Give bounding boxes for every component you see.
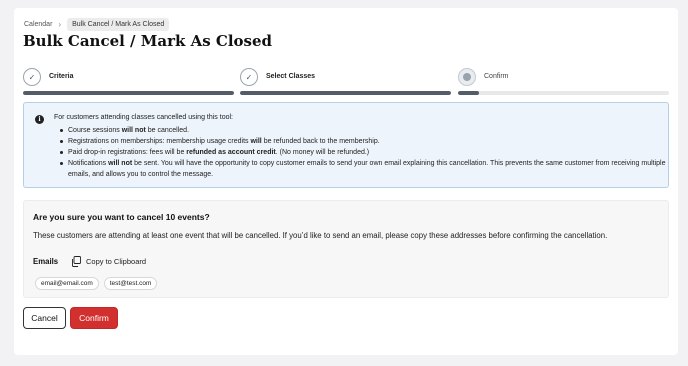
info-list: Course sessions will not be cancelled. R…	[60, 125, 668, 180]
confirm-button[interactable]: Confirm	[70, 307, 118, 329]
info-intro: For customers attending classes cancelle…	[54, 114, 233, 121]
info-icon: i	[35, 115, 44, 124]
email-chip: test@test.com	[103, 277, 158, 290]
breadcrumb-calendar-link[interactable]: Calendar	[24, 21, 52, 28]
email-chip: email@email.com	[35, 277, 99, 290]
info-item: Registrations on memberships: membership…	[60, 136, 668, 147]
check-icon: ✓	[240, 68, 258, 86]
email-chip-list: email@email.com test@test.com	[35, 277, 158, 290]
breadcrumb-current: Bulk Cancel / Mark As Closed	[67, 17, 170, 31]
step-select-classes[interactable]: ✓ Select Classes	[240, 66, 452, 102]
emails-label: Emails	[33, 257, 59, 266]
info-notice: i For customers attending classes cancel…	[23, 102, 669, 188]
page-title: Bulk Cancel / Mark As Closed	[23, 32, 273, 50]
step-progress-bar	[23, 91, 234, 95]
step-confirm[interactable]: Confirm	[458, 66, 669, 102]
step-criteria[interactable]: ✓ Criteria	[23, 66, 235, 102]
info-item: Notifications will not be sent. You will…	[60, 158, 668, 180]
step-progress-bar	[458, 91, 669, 95]
step-label: Confirm	[484, 73, 509, 80]
copy-label: Copy to Clipboard	[86, 257, 147, 266]
info-item: Paid drop-in registrations: fees will be…	[60, 147, 668, 158]
info-item: Course sessions will not be cancelled.	[60, 125, 668, 136]
chevron-right-icon: ›	[58, 19, 62, 29]
dot-icon	[458, 68, 476, 86]
breadcrumb: Calendar › Bulk Cancel / Mark As Closed	[24, 17, 170, 31]
step-progress-bar	[240, 91, 451, 95]
copy-to-clipboard-button[interactable]: Copy to Clipboard	[71, 256, 146, 267]
stepper: ✓ Criteria ✓ Select Classes Confirm	[23, 66, 669, 102]
confirm-panel: Are you sure you want to cancel 10 event…	[23, 200, 669, 298]
main-card: Calendar › Bulk Cancel / Mark As Closed …	[14, 8, 678, 355]
copy-icon	[72, 256, 81, 267]
check-icon: ✓	[23, 68, 41, 86]
step-label: Select Classes	[266, 73, 316, 80]
step-progress-fill	[240, 91, 451, 95]
cancel-button[interactable]: Cancel	[23, 307, 66, 329]
confirm-description: These customers are attending at least o…	[33, 231, 608, 240]
step-progress-fill	[458, 91, 480, 95]
confirm-heading: Are you sure you want to cancel 10 event…	[33, 212, 210, 222]
step-progress-fill	[23, 91, 234, 95]
step-label: Criteria	[49, 73, 74, 80]
